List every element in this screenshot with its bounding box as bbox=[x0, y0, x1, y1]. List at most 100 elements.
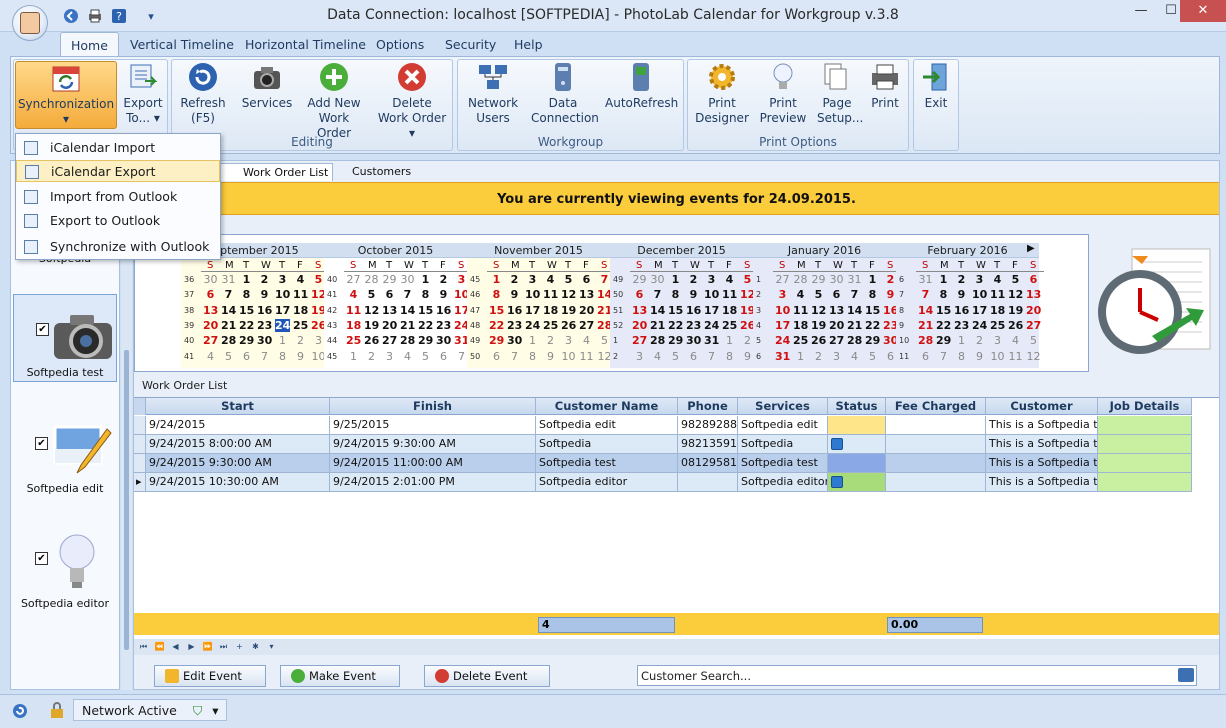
col-header-fee-charged[interactable]: Fee Charged bbox=[886, 398, 986, 415]
table-row[interactable]: 9/24/2015 9:30:00 AM 9/24/2015 11:00:00 A… bbox=[134, 454, 1219, 473]
refresh-status-icon[interactable] bbox=[12, 703, 28, 719]
calendar-month-header[interactable]: December 2015 bbox=[610, 243, 753, 258]
nav-last-icon[interactable]: ⏭ bbox=[218, 641, 229, 653]
calendar-day[interactable]: 20 bbox=[1026, 304, 1041, 317]
calendar-day[interactable]: 27 bbox=[346, 273, 361, 286]
row-indicator[interactable] bbox=[134, 435, 146, 454]
services-button[interactable]: Services bbox=[239, 61, 295, 111]
calendar-day[interactable]: 2 bbox=[972, 334, 987, 347]
tab-horizontal-timeline[interactable]: Horizontal Timeline bbox=[245, 37, 366, 52]
calendar-day[interactable]: 11 bbox=[346, 304, 361, 317]
calendar-day[interactable]: 14 bbox=[847, 304, 862, 317]
calendar-day[interactable]: 22 bbox=[489, 319, 504, 332]
calendar-day[interactable]: 20 bbox=[203, 319, 218, 332]
calendar-day[interactable]: 21 bbox=[650, 319, 665, 332]
calendar-day[interactable]: 1 bbox=[668, 273, 683, 286]
page-setup-button[interactable]: Page Setup... bbox=[817, 61, 863, 126]
calendar-day[interactable]: 7 bbox=[650, 288, 665, 301]
calendar-day[interactable]: 2 bbox=[811, 350, 826, 363]
calendar-day[interactable]: 30 bbox=[436, 334, 451, 347]
calendar-day[interactable]: 5 bbox=[418, 350, 433, 363]
calendar-day[interactable]: 30 bbox=[257, 334, 272, 347]
table-cell-fee[interactable] bbox=[886, 473, 986, 492]
row-indicator[interactable] bbox=[134, 416, 146, 435]
calendar-day[interactable]: 4 bbox=[400, 350, 415, 363]
splitter-grip[interactable] bbox=[124, 350, 129, 650]
calendar-day[interactable]: 28 bbox=[650, 334, 665, 347]
calendar-day[interactable]: 12 bbox=[364, 304, 379, 317]
calendar-day[interactable]: 24 bbox=[704, 319, 719, 332]
calendar-day[interactable]: 6 bbox=[382, 288, 397, 301]
calendar-day[interactable]: 1 bbox=[936, 273, 951, 286]
calendar-day[interactable]: 15 bbox=[239, 304, 254, 317]
col-header-job-details[interactable]: Job Details bbox=[1098, 398, 1192, 415]
calendar-day[interactable]: 1 bbox=[865, 273, 880, 286]
nav-filter-icon[interactable]: ▾ bbox=[266, 641, 277, 653]
table-cell-status[interactable] bbox=[828, 454, 886, 473]
calendar-day[interactable]: 10 bbox=[525, 288, 540, 301]
calendar-day[interactable]: 12 bbox=[811, 304, 826, 317]
calendar-day[interactable]: 3 bbox=[632, 350, 647, 363]
delete-event-button[interactable]: Delete Event bbox=[424, 665, 550, 687]
print-button[interactable]: Print bbox=[867, 61, 903, 111]
calendar-day[interactable]: 15 bbox=[865, 304, 880, 317]
calendar-day[interactable]: 17 bbox=[525, 304, 540, 317]
calendar-day[interactable]: 3 bbox=[561, 334, 576, 347]
table-cell-finish[interactable]: 9/25/2015 bbox=[330, 416, 536, 435]
calendar-day[interactable]: 6 bbox=[436, 350, 451, 363]
resource-checkbox[interactable]: ✔ bbox=[35, 552, 48, 565]
edit-event-button[interactable]: Edit Event bbox=[154, 665, 266, 687]
data-connection-button[interactable]: Data Connection bbox=[531, 61, 599, 126]
menu-icalendar-export[interactable]: iCalendar Export bbox=[16, 160, 220, 182]
tab-home[interactable]: Home bbox=[60, 32, 119, 57]
calendar-day[interactable]: 4 bbox=[1008, 334, 1023, 347]
row-indicator[interactable] bbox=[134, 454, 146, 473]
calendar-day[interactable]: 4 bbox=[793, 288, 808, 301]
calendar-day[interactable]: 17 bbox=[704, 304, 719, 317]
calendar-day[interactable]: 7 bbox=[704, 350, 719, 363]
calendar-day[interactable]: 5 bbox=[811, 288, 826, 301]
calendar-day[interactable]: 28 bbox=[400, 334, 415, 347]
calendar-day[interactable]: 1 bbox=[489, 273, 504, 286]
calendar-day[interactable]: 3 bbox=[525, 273, 540, 286]
calendar-day[interactable]: 4 bbox=[203, 350, 218, 363]
table-cell-details[interactable]: This is a Softpedia test bbox=[986, 435, 1098, 454]
table-cell-job[interactable] bbox=[1098, 454, 1192, 473]
autorefresh-button[interactable]: AutoRefresh bbox=[605, 61, 678, 111]
calendar-day[interactable]: 9 bbox=[257, 288, 272, 301]
binoculars-icon[interactable] bbox=[1178, 668, 1194, 682]
calendar-day[interactable]: 12 bbox=[561, 288, 576, 301]
row-indicator[interactable]: ▸ bbox=[134, 473, 146, 492]
col-header-start[interactable]: Start bbox=[146, 398, 330, 415]
calendar-day[interactable]: 30 bbox=[507, 334, 522, 347]
calendar-day[interactable]: 11 bbox=[579, 350, 594, 363]
calendar-day[interactable]: 8 bbox=[865, 288, 880, 301]
print-designer-button[interactable]: Print Designer bbox=[693, 61, 751, 126]
calendar-day[interactable]: 5 bbox=[1026, 334, 1041, 347]
table-cell-start[interactable]: 9/24/2015 10:30:00 AM bbox=[146, 473, 330, 492]
table-cell-services[interactable]: Softpedia editor bbox=[738, 473, 828, 492]
calendar-day[interactable]: 4 bbox=[847, 350, 862, 363]
calendar-day[interactable]: 13 bbox=[1026, 288, 1041, 301]
calendar-day[interactable]: 8 bbox=[525, 350, 540, 363]
calendar-day[interactable]: 25 bbox=[722, 319, 737, 332]
col-header-finish[interactable]: Finish bbox=[330, 398, 536, 415]
calendar-day[interactable]: 3 bbox=[990, 334, 1005, 347]
calendar-day[interactable]: 12 bbox=[1026, 350, 1041, 363]
calendar-day[interactable]: 29 bbox=[239, 334, 254, 347]
calendar-day[interactable]: 5 bbox=[221, 350, 236, 363]
calendar-day[interactable]: 3 bbox=[972, 273, 987, 286]
calendar-day[interactable]: 20 bbox=[382, 319, 397, 332]
calendar-day[interactable]: 29 bbox=[418, 334, 433, 347]
table-cell-job[interactable] bbox=[1098, 473, 1192, 492]
calendar-day[interactable]: 1 bbox=[418, 273, 433, 286]
calendar-day[interactable]: 9 bbox=[507, 288, 522, 301]
calendar-day[interactable]: 3 bbox=[829, 350, 844, 363]
calendar-day[interactable]: 2 bbox=[543, 334, 558, 347]
delete-work-order-button[interactable]: Delete Work Order ▾ bbox=[377, 61, 447, 141]
calendar-day[interactable]: 18 bbox=[293, 304, 308, 317]
calendar-day[interactable]: 28 bbox=[793, 273, 808, 286]
calendar-day[interactable]: 10 bbox=[775, 304, 790, 317]
calendar-day[interactable]: 1 bbox=[954, 334, 969, 347]
table-row[interactable]: 9/24/2015 8:00:00 AM 9/24/2015 9:30:00 AM… bbox=[134, 435, 1219, 454]
